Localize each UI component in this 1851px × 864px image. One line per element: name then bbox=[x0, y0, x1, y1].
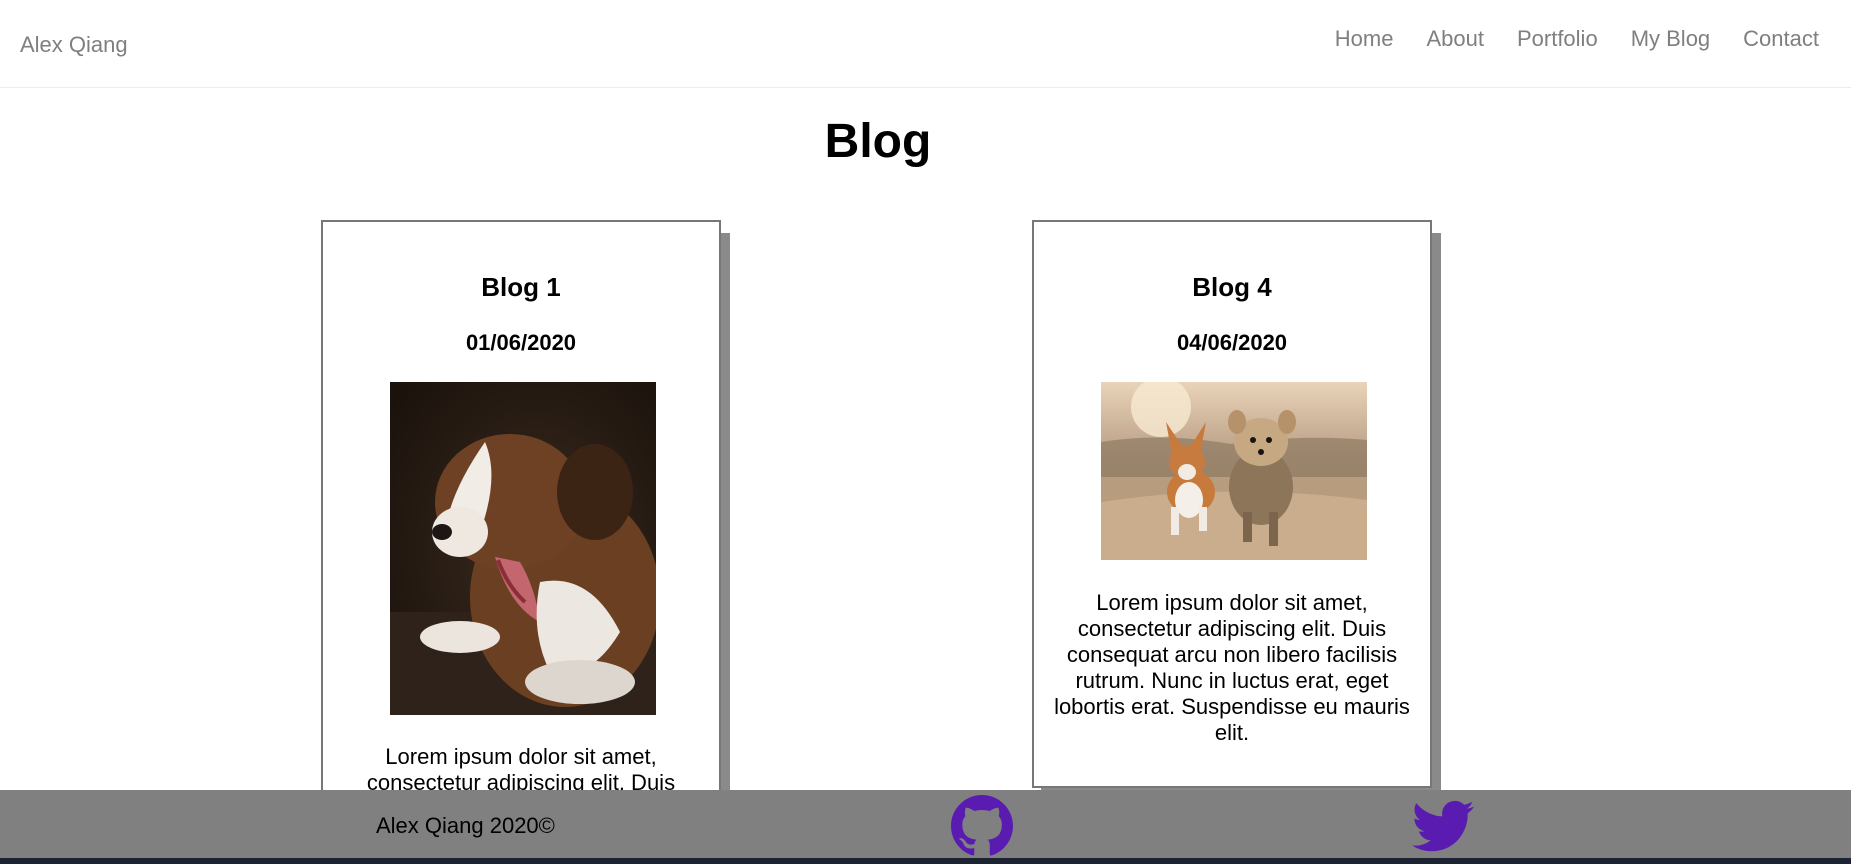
blog-card-title: Blog 4 bbox=[1192, 272, 1272, 302]
blog-card-text: Lorem ipsum dolor sit amet, consectetur … bbox=[1054, 590, 1410, 745]
blog-card-1: Blog 1 01/06/2020 Lorem ipsum dolor sit … bbox=[321, 220, 721, 820]
footer: Alex Qiang 2020© bbox=[0, 790, 1851, 858]
nav-link-portfolio[interactable]: Portfolio bbox=[1517, 26, 1598, 52]
blog-card-4: Blog 4 04/06/2020 Lorem ipsum dolor sit … bbox=[1032, 220, 1432, 788]
github-icon[interactable] bbox=[949, 795, 1015, 857]
blog-card-date: 04/06/2020 bbox=[1176, 330, 1288, 355]
nav-link-contact[interactable]: Contact bbox=[1743, 26, 1819, 52]
brand-link[interactable]: Alex Qiang bbox=[20, 32, 128, 58]
footer-copyright: Alex Qiang 2020© bbox=[376, 813, 555, 838]
page-title: Blog bbox=[824, 115, 932, 168]
nav-link-my-blog[interactable]: My Blog bbox=[1631, 26, 1710, 52]
nav-links: Home About Portfolio My Blog Contact bbox=[1335, 26, 1819, 52]
puppy-yawning-image bbox=[390, 382, 656, 715]
blog-card-title: Blog 1 bbox=[481, 272, 561, 302]
bottom-strip bbox=[0, 858, 1851, 864]
blog-card-text: Lorem ipsum dolor sit amet, consectetur … bbox=[366, 744, 676, 795]
nav-link-about[interactable]: About bbox=[1426, 26, 1484, 52]
navbar: Alex Qiang Home About Portfolio My Blog … bbox=[0, 0, 1851, 88]
blog-card-date: 01/06/2020 bbox=[465, 330, 577, 355]
nav-link-home[interactable]: Home bbox=[1335, 26, 1394, 52]
twitter-icon[interactable] bbox=[1410, 795, 1476, 857]
two-dogs-running-image bbox=[1101, 382, 1367, 560]
